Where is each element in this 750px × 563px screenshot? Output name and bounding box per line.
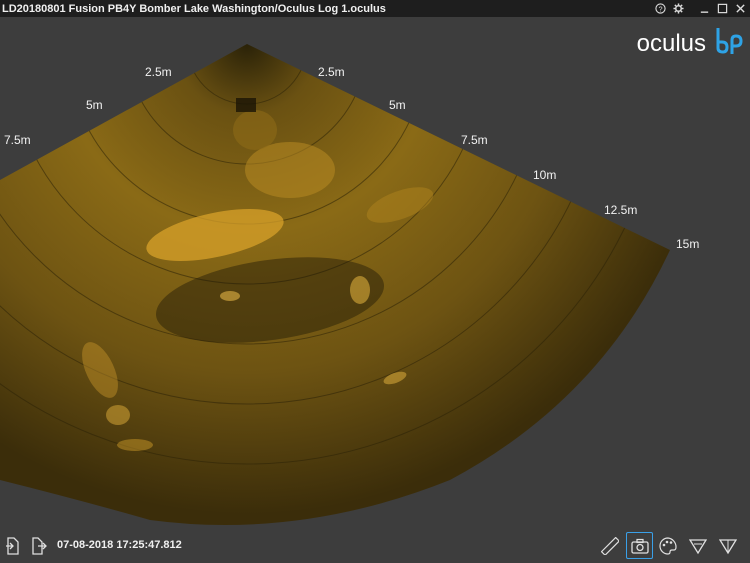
range-label-5m-right: 5m	[389, 98, 406, 112]
range-label-2-5m-left: 2.5m	[145, 65, 172, 79]
logo: oculus	[637, 26, 744, 61]
help-icon[interactable]: ?	[654, 3, 666, 15]
settings-gear-icon[interactable]	[672, 3, 684, 15]
snapshot-camera-icon[interactable]	[626, 532, 653, 559]
sonar-image[interactable]	[0, 17, 750, 530]
range-label-10m: 10m	[533, 168, 557, 182]
oculus-logo-text: oculus	[636, 29, 706, 57]
export-log-icon[interactable]	[30, 536, 48, 556]
svg-text:?: ?	[658, 4, 662, 13]
sonar-gain-fan-icon[interactable]	[688, 536, 708, 556]
range-label-15m: 15m	[676, 237, 700, 251]
measure-ruler-icon[interactable]	[600, 536, 620, 556]
window-title: LD20180801 Fusion PB4Y Bomber Lake Washi…	[2, 2, 386, 15]
range-label-12-5m: 12.5m	[604, 203, 638, 217]
range-label-5m-left: 5m	[86, 98, 103, 112]
sonar-range-fan-icon[interactable]	[718, 536, 738, 556]
close-icon[interactable]	[734, 3, 746, 15]
range-label-2-5m-right: 2.5m	[318, 65, 345, 79]
sonar-fan	[0, 44, 670, 525]
minimize-icon[interactable]	[698, 3, 710, 15]
bp-logo-icon	[714, 26, 744, 61]
title-bar: LD20180801 Fusion PB4Y Bomber Lake Washi…	[0, 0, 750, 17]
bottom-toolbar: 07-08-2018 17:25:47.812	[0, 530, 750, 563]
range-label-7-5m-right: 7.5m	[461, 133, 488, 147]
palette-icon[interactable]	[658, 536, 678, 556]
window-controls: ?	[654, 0, 746, 17]
import-log-icon[interactable]	[4, 536, 22, 556]
playback-timestamp: 07-08-2018 17:25:47.812	[57, 539, 182, 551]
maximize-icon[interactable]	[716, 3, 728, 15]
range-label-7-5m-left: 7.5m	[4, 133, 31, 147]
